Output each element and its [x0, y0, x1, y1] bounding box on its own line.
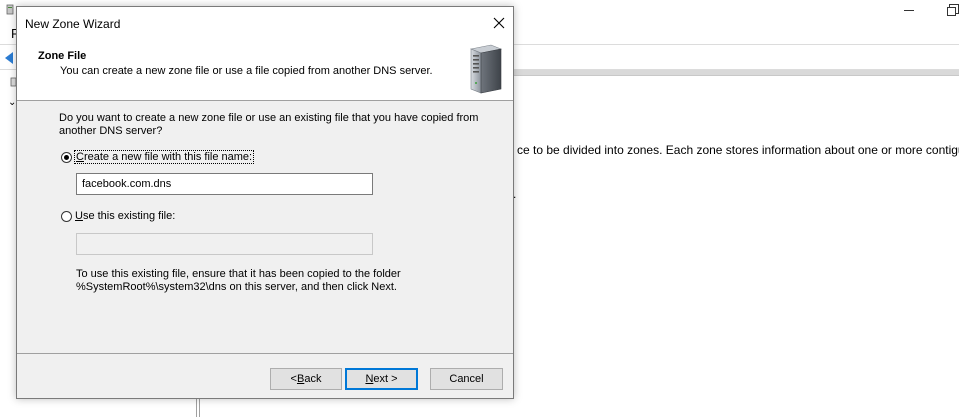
wizard-header: Zone File You can create a new zone file…	[17, 38, 513, 101]
page-subtitle: You can create a new zone file or use a …	[60, 65, 433, 77]
new-zone-wizard-dialog: New Zone Wizard Zone File You can create…	[16, 6, 514, 399]
back-arrow-icon[interactable]	[5, 52, 13, 64]
dialog-titlebar[interactable]: New Zone Wizard	[17, 7, 513, 38]
new-file-name-input[interactable]	[76, 173, 373, 195]
footer-divider	[17, 353, 513, 354]
minimize-button[interactable]	[904, 10, 914, 11]
close-icon	[493, 17, 505, 29]
dialog-title: New Zone Wizard	[25, 17, 121, 31]
use-existing-file-label[interactable]: Use this existing file:	[75, 210, 175, 222]
option-use-existing-file[interactable]: Use this existing file:	[61, 210, 175, 222]
cancel-button[interactable]: Cancel	[430, 368, 503, 390]
create-new-file-label[interactable]: Create a new file with this file name:	[73, 150, 255, 164]
question-text: Do you want to create a new zone file or…	[59, 112, 479, 137]
server-icon	[469, 44, 503, 94]
option-create-new-file[interactable]: Create a new file with this file name:	[61, 150, 255, 164]
page-title: Zone File	[38, 50, 87, 62]
use-existing-file-radio[interactable]	[61, 210, 72, 222]
zone-description-text: ce to be divided into zones. Each zone s…	[517, 143, 959, 157]
back-button[interactable]: < Back	[270, 368, 342, 390]
restore-button[interactable]	[947, 4, 959, 16]
existing-file-note: To use this existing file, ensure that i…	[76, 268, 401, 293]
close-button[interactable]	[487, 13, 511, 33]
create-new-file-radio[interactable]	[61, 151, 72, 163]
next-button[interactable]: Next >	[345, 368, 418, 390]
dns-manager-left-edge: F ⌄	[0, 0, 19, 417]
existing-file-input[interactable]	[76, 233, 373, 255]
